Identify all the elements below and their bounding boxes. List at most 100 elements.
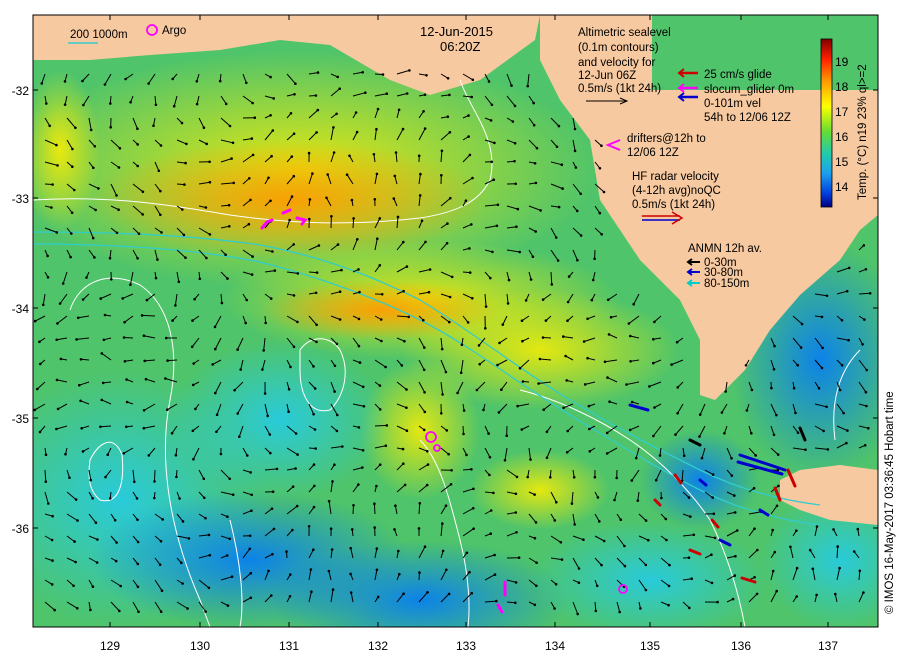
velocity-arrow-head <box>623 564 627 568</box>
velocity-arrow-head <box>141 190 145 194</box>
velocity-arrow-head <box>295 504 299 508</box>
velocity-arrow-head <box>335 342 339 346</box>
velocity-arrow-head <box>834 592 837 596</box>
anmn-title: ANMN 12h av. <box>688 243 762 255</box>
velocity-arrow-head <box>586 356 589 360</box>
velocity-arrow-head <box>549 476 552 479</box>
velocity-arrow-head <box>327 569 331 573</box>
velocity-arrow-head <box>613 498 616 502</box>
velocity-arrow-head <box>59 357 63 361</box>
velocity-arrow-head <box>53 608 56 612</box>
velocity-arrow-head <box>271 490 275 494</box>
velocity-arrow-head <box>81 79 84 83</box>
velocity-arrow-head <box>496 363 499 367</box>
velocity-arrow-head <box>838 566 841 570</box>
velocity-arrow-head <box>338 318 342 321</box>
velocity-arrow-head <box>593 257 596 261</box>
velocity-arrow-head <box>317 244 321 247</box>
velocity-arrow-head <box>515 475 519 479</box>
velocity-arrow-head <box>398 572 401 576</box>
velocity-arrow-head <box>462 432 465 436</box>
velocity-arrow-head <box>136 164 139 168</box>
velocity-arrow-head <box>205 142 208 146</box>
velocity-arrow-head <box>487 432 490 435</box>
velocity-arrow-head <box>579 192 582 196</box>
velocity-arrow-head <box>266 414 270 418</box>
velocity-arrow-head <box>136 540 140 544</box>
velocity-arrow-head <box>542 408 545 412</box>
velocity-arrow-head <box>56 322 59 325</box>
velocity-arrow-head <box>408 69 411 72</box>
velocity-arrow-head <box>294 432 298 435</box>
velocity-arrow-head <box>109 126 112 129</box>
velocity-arrow-head <box>202 477 206 481</box>
velocity-arrow-head <box>180 561 183 565</box>
velocity-arrow-head <box>262 349 266 352</box>
velocity-arrow-head <box>426 463 430 466</box>
velocity-arrow-head <box>357 317 361 321</box>
velocity-arrow-head <box>467 114 470 117</box>
velocity-arrow-head <box>426 591 429 594</box>
velocity-arrow-head <box>532 123 536 127</box>
velocity-arrow-head <box>441 549 445 553</box>
velocity-arrow-head <box>565 451 569 454</box>
velocity-arrow-head <box>566 300 570 304</box>
velocity-arrow-head <box>379 318 383 321</box>
velocity-arrow-head <box>214 347 217 351</box>
velocity-arrow-head <box>191 383 195 387</box>
drifters-line: drifters@12h to <box>627 133 706 145</box>
velocity-arrow-head <box>402 462 405 466</box>
velocity-arrow-head <box>181 582 184 585</box>
velocity-arrow-head <box>423 391 426 394</box>
y-tick-label: -34 <box>12 302 30 316</box>
velocity-arrow-head <box>653 406 656 409</box>
velocity-arrow-head <box>79 358 83 361</box>
velocity-arrow-head <box>526 84 529 88</box>
velocity-arrow-head <box>606 298 610 302</box>
altimetry-line: (0.1m contours) <box>578 42 659 54</box>
velocity-arrow-head <box>330 215 333 218</box>
anmn-item: 80-150m <box>704 278 749 290</box>
velocity-arrow-head <box>608 400 611 404</box>
velocity-arrow-head <box>478 362 482 366</box>
velocity-arrow-head <box>307 151 311 155</box>
velocity-arrow-head <box>153 480 156 483</box>
velocity-arrow-head <box>402 240 405 244</box>
velocity-arrow-head <box>489 532 493 535</box>
altimetry-line: and velocity for <box>578 57 656 69</box>
velocity-arrow-head <box>815 525 819 528</box>
velocity-arrow-head <box>118 609 121 613</box>
velocity-arrow-head <box>716 600 719 604</box>
velocity-arrow-head <box>799 346 803 349</box>
velocity-arrow-head <box>503 459 507 462</box>
velocity-arrow-head <box>345 173 349 176</box>
velocity-arrow-head <box>335 429 339 433</box>
velocity-arrow-head <box>777 484 780 488</box>
velocity-arrow-head <box>50 583 54 586</box>
velocity-arrow-head <box>74 498 78 501</box>
velocity-arrow-head <box>315 271 319 274</box>
velocity-arrow-head <box>157 169 161 173</box>
velocity-arrow-head <box>357 268 360 271</box>
velocity-arrow-head <box>676 412 679 415</box>
velocity-arrow-head <box>534 521 538 524</box>
velocity-arrow-head <box>630 400 634 404</box>
velocity-arrow-head <box>361 449 365 452</box>
velocity-arrow-head <box>356 238 359 241</box>
velocity-arrow-head <box>440 412 443 415</box>
velocity-arrow-head <box>465 453 468 457</box>
velocity-arrow-head <box>74 126 77 130</box>
velocity-arrow-head <box>231 493 235 497</box>
velocity-arrow-head <box>376 595 380 599</box>
map-time: 06:20Z <box>440 39 481 54</box>
velocity-arrow-head <box>73 188 76 192</box>
velocity-arrow-head <box>380 293 384 296</box>
velocity-arrow-head <box>394 151 398 154</box>
velocity-arrow-head <box>350 198 354 202</box>
velocity-arrow-head <box>753 576 756 579</box>
velocity-arrow-head <box>372 153 376 156</box>
velocity-arrow-head <box>493 553 496 557</box>
velocity-arrow-head <box>627 322 631 325</box>
velocity-arrow-head <box>845 441 848 445</box>
velocity-arrow-head <box>591 278 595 282</box>
